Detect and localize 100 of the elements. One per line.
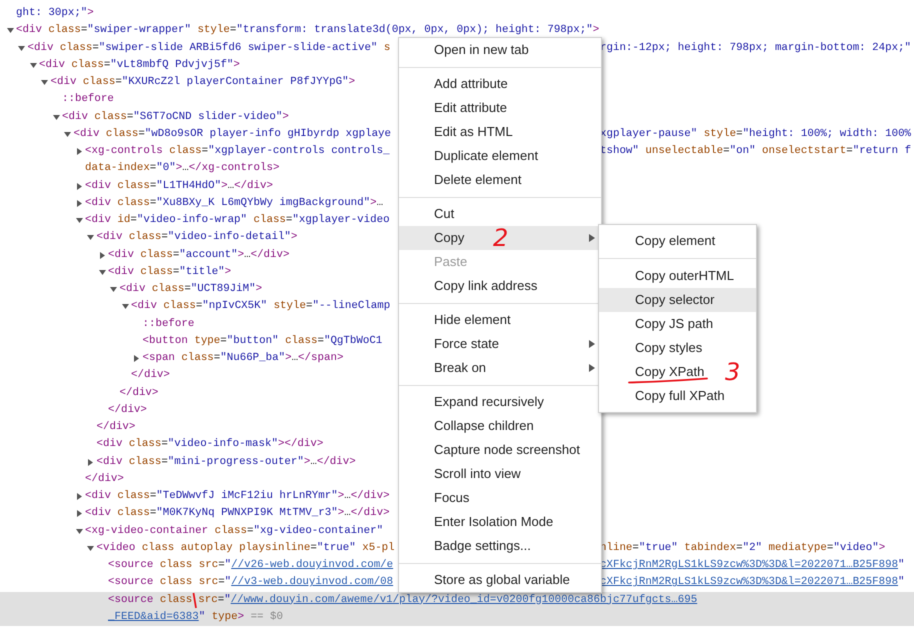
code-text: </div>	[85, 472, 124, 487]
menu-item[interactable]: Open in new tab	[399, 38, 601, 62]
code-text: ::before	[62, 92, 114, 108]
code-text: <div class="UCT89JiM">	[120, 282, 262, 297]
menu-item[interactable]: Copy element	[599, 229, 756, 253]
menu-item[interactable]: Edit attribute	[399, 96, 601, 120]
code-text: "	[198, 610, 206, 625]
triangle-right-icon[interactable]	[76, 148, 82, 156]
code-text: type>	[210, 610, 244, 625]
triangle-right-icon[interactable]	[87, 458, 94, 466]
menu-item[interactable]: Copy styles	[599, 336, 756, 360]
triangle-right-icon[interactable]	[76, 510, 82, 518]
code-text: unselectable="on" onselectstart="return f	[644, 144, 912, 159]
triangle-down-icon[interactable]	[18, 44, 25, 52]
code-text: tshow"	[600, 144, 639, 159]
code-text: <div class="Xu8BXy_K L6mQYbWy imgBackground">…	[85, 196, 384, 211]
code-text: <div class="video-info-mask"></div>	[96, 437, 324, 452]
submenu-arrow-icon	[589, 364, 595, 372]
code-text: <source class	[108, 592, 192, 608]
code-text: <div id="video-info-wrap" class="xgplayer-video	[85, 213, 390, 228]
code-text: ::before	[142, 316, 194, 332]
code-text: <div class="vLt8mbfQ Pdvjvj5f">	[39, 58, 240, 73]
menu-item[interactable]: Hide element	[399, 308, 601, 332]
menu-item[interactable]: Copy outerHTML	[599, 264, 756, 288]
code-text: <button type="button" class="QgTbWoC1	[142, 334, 382, 349]
code-text: data-index="0">…</xg-controls>	[85, 161, 280, 176]
menu-item[interactable]: Capture node screenshot	[399, 438, 601, 462]
code-text: >	[87, 6, 94, 21]
triangle-down-icon[interactable]	[52, 114, 60, 121]
menu-item[interactable]: Store as global variable	[399, 568, 601, 592]
triangle-down-icon[interactable]	[87, 234, 94, 242]
code-text: "	[898, 575, 905, 590]
menu-item[interactable]: Copy 2	[399, 226, 601, 250]
triangle-down-icon[interactable]	[76, 528, 82, 535]
menu-item[interactable]: Copy JS path	[599, 312, 756, 336]
code-text: <source class src="	[108, 558, 232, 573]
handwritten-stroke	[192, 592, 198, 608]
menu-item[interactable]: Duplicate element	[399, 144, 601, 168]
code-text: <div class="TeDWwvfJ iMcF12iu hrLnRYmr">…</div>	[85, 489, 390, 504]
triangle-down-icon[interactable]	[110, 286, 117, 294]
code-text: </div>	[131, 368, 170, 384]
source-link[interactable]: cXFkcjRnM2RgLS1kLS9zcw%3D%3D&l=2022071…B25F898	[600, 557, 898, 574]
triangle-right-icon[interactable]	[76, 200, 82, 207]
handwritten-number: 2	[493, 226, 508, 250]
selected-row[interactable]: <source class src="//www.douyin.com/aweme/v1/play/?video_id=v0200fg10000ca86bjc77ufgcts…695 _FEED&aid=6383" type> == $0	[0, 592, 914, 626]
menu-item[interactable]: Copy selector	[599, 288, 756, 312]
code-text: <div class="video-info-detail">	[96, 230, 298, 246]
triangle-down-icon[interactable]	[6, 27, 14, 34]
triangle-down-icon[interactable]	[76, 217, 82, 224]
code-text: </div>	[96, 420, 136, 435]
code-text: <div class="account">…</div>	[108, 248, 290, 262]
menu-item[interactable]: Add attribute	[399, 72, 601, 96]
code-text: "	[898, 558, 905, 573]
menu-item[interactable]: Collapse children	[399, 414, 601, 438]
triangle-right-icon[interactable]	[76, 493, 82, 500]
code-text: <div class="title">	[108, 264, 232, 280]
source-link[interactable]: //www.douyin.com/aweme/v1/play/?video_id=v0200fg10000ca86bjc77ufgcts…695	[230, 592, 698, 609]
triangle-down-icon[interactable]	[98, 268, 106, 276]
submenu-arrow-icon	[589, 234, 595, 242]
code-text: <xg-controls class="xgplayer-controls controls_	[85, 144, 390, 159]
menu-item[interactable]: Scroll into view	[399, 462, 601, 486]
triangle-right-icon[interactable]	[98, 252, 106, 259]
handwritten-number: 3	[725, 360, 740, 384]
code-text: style="height: 100%; width: 100%	[702, 126, 912, 142]
menu-item[interactable]: Delete element	[399, 168, 601, 192]
submenu-arrow-icon	[589, 340, 595, 348]
code-text: <video class autoplay playsinline="true" x5-pl	[96, 540, 395, 556]
menu-item[interactable]: Copy XPath 3	[599, 360, 756, 384]
menu-item[interactable]: Copy full XPath	[599, 384, 756, 408]
menu-item[interactable]: Expand recursively	[399, 390, 601, 414]
code-text: <div class="npIvCX5K" style="--lineClamp	[131, 299, 390, 314]
triangle-right-icon[interactable]	[76, 182, 82, 190]
menu-item[interactable]: Break on	[399, 356, 601, 380]
source-link[interactable]: //v26-web.douyinvod.com/e	[231, 557, 394, 574]
code-text: <div class="KXURcZ2l playerContainer P8fJYYpG">	[50, 75, 356, 90]
menu-item[interactable]: Force state	[399, 332, 601, 356]
menu-item[interactable]: Enter Isolation Mode	[399, 510, 601, 534]
code-text: <div class="swiper-slide ARBi5fd6 swiper-slide-active" s	[28, 40, 390, 56]
code-text: <source class src="	[108, 575, 232, 590]
code-text: <span class="Nu66P_ba">…</span>	[142, 351, 344, 366]
source-link[interactable]: cXFkcjRnM2RgLS1kLS9zcw%3D%3D&l=2022071…B25F898	[600, 574, 898, 592]
triangle-down-icon[interactable]	[64, 130, 71, 138]
menu-item[interactable]: Badge settings...	[399, 534, 601, 558]
code-text: <xg-video-container class="xg-video-container"	[85, 524, 384, 538]
triangle-down-icon[interactable]	[87, 544, 94, 552]
code-text: src="	[198, 592, 231, 608]
selected-node-marker: == $0	[250, 610, 283, 625]
code-text: <div class="wD8o9sOR player-info gHIbyrdp xgplaye	[74, 126, 392, 142]
menu-item[interactable]: Focus	[399, 486, 601, 510]
triangle-down-icon[interactable]	[122, 303, 128, 310]
triangle-down-icon[interactable]	[30, 62, 36, 69]
triangle-down-icon[interactable]	[41, 79, 48, 86]
source-link[interactable]: _FEED&aid=6383	[108, 608, 199, 626]
source-link[interactable]: //v3-web.douyinvod.com/08	[231, 574, 394, 592]
menu-item[interactable]: Cut	[399, 202, 601, 226]
menu-item[interactable]: Edit as HTML	[399, 120, 601, 144]
menu-item[interactable]: Copy link address	[399, 274, 601, 298]
triangle-right-icon[interactable]	[133, 355, 140, 362]
code-text: <div class="swiper-wrapper" style="transform: translate3d(0px, 0px, 0px); height: 798px;">	[16, 23, 600, 38]
code-text: xgplayer-pause"	[600, 126, 698, 142]
